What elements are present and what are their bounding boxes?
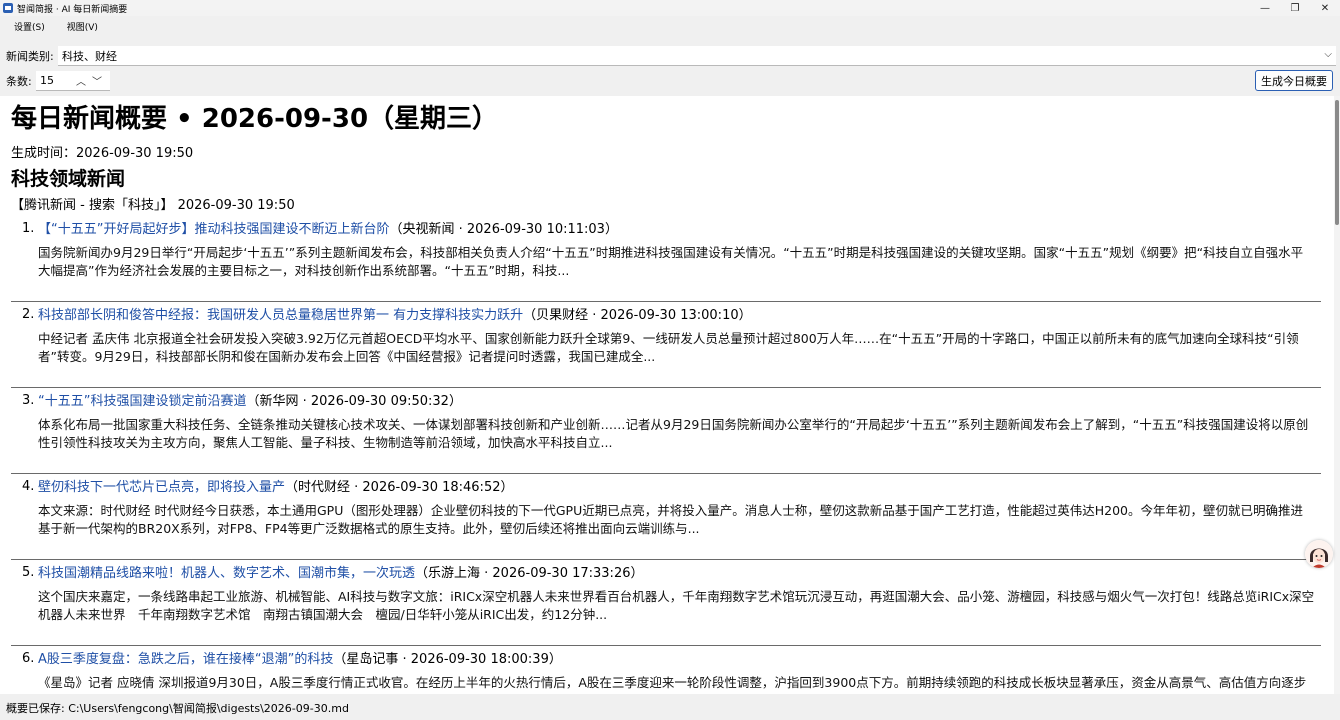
- news-meta: （央视新闻 · 2026-09-30 10:11:03）: [389, 222, 618, 237]
- title-bar: 智闻简报 · AI 每日新闻摘要 — ❐ ✕: [0, 0, 1340, 16]
- news-summary: 中经记者 孟庆伟 北京报道全社会研发投入突破3.92万亿元首超OECD平均水平、…: [38, 331, 1299, 364]
- source-line: 【腾讯新闻 - 搜索「科技」】 2026-09-30 19:50: [11, 198, 295, 213]
- news-summary: 本文来源：时代财经 时代财经今日获悉，本土通用GPU（图形处理器）企业壁仞科技的…: [38, 503, 1303, 536]
- category-row: 新闻类别: 科技、财经 ⌵: [0, 46, 1340, 66]
- news-link[interactable]: 壁仞科技下一代芯片已点亮，即将投入量产: [38, 480, 285, 495]
- maximize-button[interactable]: ❐: [1280, 0, 1310, 16]
- generate-digest-button[interactable]: 生成今日概要: [1255, 70, 1333, 91]
- category-select[interactable]: 科技、财经 ⌵: [58, 46, 1336, 66]
- news-link[interactable]: 科技国潮精品线路来啦！机器人、数字艺术、国潮市集，一次玩透: [38, 566, 415, 581]
- news-meta: （时代财经 · 2026-09-30 18:46:52）: [285, 480, 514, 495]
- generated-time: 生成时间：2026-09-30 19:50: [11, 146, 194, 161]
- news-link[interactable]: 科技部部长阴和俊答中经报：我国研发人员总量稳居世界第一 有力支撑科技实力跃升: [38, 308, 523, 323]
- news-item: 1. 【“十五五”开好局起好步】推动科技强国建设不断迈上新台阶（央视新闻 · 2…: [11, 216, 1321, 302]
- count-row: 条数: 15 ︿﹀ 生成今日概要: [0, 70, 1340, 92]
- chevron-down-icon[interactable]: ⌵: [1324, 49, 1332, 60]
- news-summary: 体系化布局一批国家重大科技任务、全链条推动关键核心技术攻关、一体谋划部署科技创新…: [38, 417, 1309, 450]
- count-stepper[interactable]: 15 ︿﹀: [36, 71, 110, 91]
- count-label: 条数:: [6, 75, 32, 88]
- news-item: 5. 科技国潮精品线路来啦！机器人、数字艺术、国潮市集，一次玩透（乐游上海 · …: [11, 560, 1321, 646]
- digest-viewer[interactable]: 每日新闻概要 • 2026-09-30（星期三） 生成时间：2026-09-30…: [0, 96, 1334, 694]
- category-value: 科技、财经: [62, 49, 117, 63]
- item-number: 1.: [22, 221, 35, 236]
- news-summary: 国务院新闻办9月29日举行“开局起步‘十五五’”系列主题新闻发布会，科技部相关负…: [38, 245, 1304, 278]
- count-value[interactable]: 15: [40, 74, 54, 87]
- item-number: 3.: [22, 393, 35, 408]
- news-item: 6. A股三季度复盘：急跌之后，谁在接棒“退潮”的科技（星岛记事 · 2026-…: [11, 646, 1321, 694]
- news-meta: （乐游上海 · 2026-09-30 17:33:26）: [415, 566, 644, 581]
- app-icon: [3, 3, 13, 13]
- category-label: 新闻类别:: [6, 50, 54, 63]
- menu-settings[interactable]: 设置(S): [8, 20, 61, 33]
- news-meta: （新华网 · 2026-09-30 09:50:32）: [246, 394, 462, 409]
- menu-bar: 设置(S) 视图(V): [0, 16, 1340, 36]
- news-meta: （贝果财经 · 2026-09-30 13:00:10）: [523, 308, 752, 323]
- stepper-arrows-icon[interactable]: ︿﹀: [76, 73, 108, 88]
- news-list: 1. 【“十五五”开好局起好步】推动科技强国建设不断迈上新台阶（央视新闻 · 2…: [11, 216, 1321, 694]
- news-link[interactable]: A股三季度复盘：急跌之后，谁在接棒“退潮”的科技: [38, 652, 333, 667]
- news-link[interactable]: 【“十五五”开好局起好步】推动科技强国建设不断迈上新台阶: [38, 222, 389, 237]
- news-meta: （星岛记事 · 2026-09-30 18:00:39）: [333, 652, 562, 667]
- item-number: 2.: [22, 307, 35, 322]
- assistant-avatar-icon[interactable]: [1305, 540, 1333, 568]
- status-bar: 概要已保存: C:\Users\fengcong\智闻简报\digests\20…: [0, 696, 1340, 720]
- news-link[interactable]: “十五五”科技强国建设锁定前沿赛道: [38, 394, 246, 409]
- news-summary: 《星岛》记者 应晓倩 深圳报道9月30日，A股三季度行情正式收官。在经历上半年的…: [38, 675, 1307, 694]
- item-number: 4.: [22, 479, 35, 494]
- menu-view[interactable]: 视图(V): [61, 20, 114, 33]
- digest-title: 每日新闻概要 • 2026-09-30（星期三）: [11, 104, 499, 134]
- section-title: 科技领域新闻: [11, 168, 126, 190]
- news-summary: 这个国庆来嘉定，一条线路串起工业旅游、机械智能、AI科技与数字文旅：iRICx深…: [38, 589, 1315, 622]
- minimize-button[interactable]: —: [1250, 0, 1280, 16]
- item-number: 5.: [22, 565, 35, 580]
- scrollbar-thumb[interactable]: [1335, 100, 1339, 225]
- item-number: 6.: [22, 651, 35, 666]
- close-button[interactable]: ✕: [1310, 0, 1340, 16]
- news-item: 4. 壁仞科技下一代芯片已点亮，即将投入量产（时代财经 · 2026-09-30…: [11, 474, 1321, 560]
- news-item: 2. 科技部部长阴和俊答中经报：我国研发人员总量稳居世界第一 有力支撑科技实力跃…: [11, 302, 1321, 388]
- news-item: 3. “十五五”科技强国建设锁定前沿赛道（新华网 · 2026-09-30 09…: [11, 388, 1321, 474]
- status-text: 概要已保存: C:\Users\fengcong\智闻简报\digests\20…: [6, 702, 349, 715]
- window-title: 智闻简报 · AI 每日新闻摘要: [17, 4, 128, 15]
